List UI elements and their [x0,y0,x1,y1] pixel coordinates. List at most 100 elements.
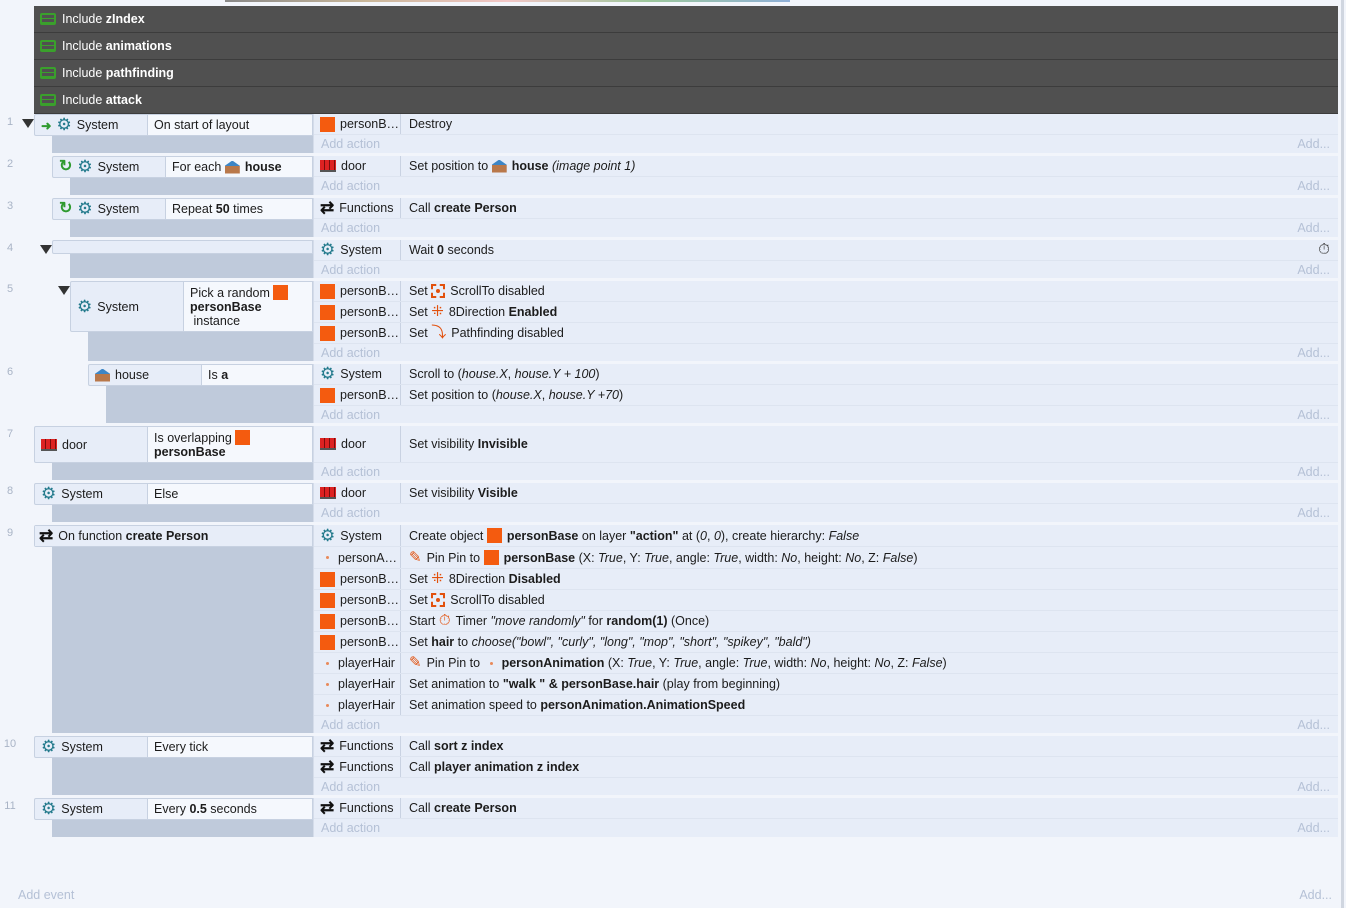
condition[interactable]: ⚙ System Every tick [34,736,313,758]
add-more-link[interactable]: Add... [1297,780,1330,794]
conditions-block[interactable]: ⚙ System Every 0.5 seconds [34,798,313,837]
conditions-block[interactable]: ↻ ⚙ System For each house [52,156,313,195]
add-action-row[interactable]: Add action Add... [314,463,1338,480]
condition[interactable]: ⚙ System Else [34,483,313,505]
conditions-block[interactable]: ➜ ⚙ System On start of layout [34,114,313,153]
action-row[interactable]: playerHair Set animation speed to personA… [314,695,1338,716]
conditions-block[interactable]: ⚙ System Every tick [34,736,313,795]
conditions-block[interactable]: door Is overlapping personBase [34,426,313,480]
event-row[interactable]: 2 ↻ ⚙ System For each house door Set position … [0,156,1338,195]
add-action-row[interactable]: Add action Add... [314,819,1338,836]
action-row[interactable]: ⚙ System Create object personBase on layer… [314,525,1338,547]
event-row[interactable]: 4 ⚙ System Wait 0 seconds ⏱ Add action Add... [0,240,1338,278]
add-action-row[interactable]: Add action Add... [314,177,1338,194]
add-more-link[interactable]: Add... [1297,718,1330,732]
add-event-row[interactable]: Add event Add... [18,888,1332,902]
add-action-row[interactable]: Add action Add... [314,219,1338,236]
action-row[interactable]: ⇄ Functions Call sort z index [314,736,1338,757]
condition[interactable]: ⇄ On function create Person [34,525,313,547]
action-row[interactable]: playerHair Set animation to "walk " & per… [314,674,1338,695]
add-more-link[interactable]: Add... [1297,506,1330,520]
add-action-link[interactable]: Add action [321,263,380,277]
add-action-row[interactable]: Add action Add... [314,261,1338,278]
scrollbar[interactable] [1341,0,1344,908]
add-action-link[interactable]: Add action [321,465,380,479]
action-row[interactable]: playerHair ✎ Pin Pin to personAnimation (X… [314,653,1338,674]
include-row[interactable]: Include attack [34,87,1338,114]
event-row[interactable]: 3 ↻ ⚙ System Repeat 50 times ⇄ Functions Call c… [0,198,1338,237]
condition[interactable]: ➜ ⚙ System On start of layout [34,114,313,136]
action-row[interactable]: personB… Set ⁜ 8Direction Enabled [314,302,1338,323]
collapse-toggle[interactable] [40,245,52,254]
event-row[interactable]: 11 ⚙ System Every 0.5 seconds ⇄ Functions Call… [0,798,1338,837]
condition[interactable]: ⚙ System Pick a random personBase instance [70,281,313,332]
add-more-link[interactable]: Add... [1297,408,1330,422]
add-more-link[interactable]: Add... [1297,821,1330,835]
add-more-link[interactable]: Add... [1297,346,1330,360]
action-row[interactable]: personA… ✎ Pin Pin to personBase (X: True,… [314,547,1338,569]
include-row[interactable]: Include animations [34,33,1338,60]
action-row[interactable]: ⇄ Functions Call create Person [314,198,1338,219]
add-action-link[interactable]: Add action [321,780,380,794]
add-more-link[interactable]: Add... [1297,179,1330,193]
action-row[interactable]: personB… Set position to (house.X, house.… [314,385,1338,406]
add-action-row[interactable]: Add action Add... [314,778,1338,795]
collapse-toggle[interactable] [58,286,70,295]
condition[interactable]: ↻ ⚙ System For each house [52,156,313,178]
add-action-link[interactable]: Add action [321,137,380,151]
add-event-link[interactable]: Add event [18,888,74,902]
include-row[interactable]: Include pathfinding [34,60,1338,87]
action-row[interactable]: ⇄ Functions Call create Person [314,798,1338,819]
conditions-block[interactable]: ⇄ On function create Person [34,525,313,733]
add-action-link[interactable]: Add action [321,821,380,835]
action-row[interactable]: personB… Start ⏱ Timer "move randomly" for… [314,611,1338,632]
conditions-block[interactable]: ↻ ⚙ System Repeat 50 times [52,198,313,237]
add-action-link[interactable]: Add action [321,221,380,235]
event-row[interactable]: 6 house Is a ⚙ System Scroll to (house.X, hou… [0,364,1338,423]
event-row[interactable]: 5 ⚙ System Pick a random personBase instanc… [0,281,1338,361]
action-row[interactable]: ⚙ System Scroll to (house.X, house.Y + 100… [314,364,1338,385]
condition[interactable]: door Is overlapping personBase [34,426,313,463]
add-more-link[interactable]: Add... [1297,221,1330,235]
add-action-link[interactable]: Add action [321,408,380,422]
action-row[interactable]: door Set visibility Visible [314,483,1338,504]
include-row[interactable]: Include zIndex [34,6,1338,33]
add-action-row[interactable]: Add action Add... [314,344,1338,361]
conditions-block[interactable]: ⚙ System Else [34,483,313,522]
add-more-link[interactable]: Add... [1297,465,1330,479]
action-row[interactable]: personB… Set ⤵ Pathfinding disabled [314,323,1338,344]
action-row[interactable]: ⚙ System Wait 0 seconds ⏱ [314,240,1338,261]
action-row[interactable]: personB… Set ScrollTo disabled [314,281,1338,302]
add-more-link[interactable]: Add... [1297,263,1330,277]
add-action-link[interactable]: Add action [321,506,380,520]
add-action-row[interactable]: Add action Add... [314,716,1338,733]
action-row[interactable]: personB… Set hair to choose("bowl", "curl… [314,632,1338,653]
condition[interactable]: house Is a [88,364,313,386]
action-row[interactable]: door Set visibility Invisible [314,426,1338,463]
conditions-block[interactable]: house Is a [88,364,313,423]
event-row[interactable]: 10 ⚙ System Every tick ⇄ Functions Call sort z… [0,736,1338,795]
add-action-link[interactable]: Add action [321,179,380,193]
action-row[interactable]: ⇄ Functions Call player animation z index [314,757,1338,778]
conditions-block[interactable] [52,240,313,278]
action-row[interactable]: personB… Destroy [314,114,1338,135]
condition[interactable]: ↻ ⚙ System Repeat 50 times [52,198,313,220]
event-row[interactable]: 7 door Is overlapping personBase door Set vi… [0,426,1338,480]
event-row[interactable]: 8 ⚙ System Else door Set visibility Visible Ad… [0,483,1338,522]
event-row[interactable]: 9 ⇄ On function create Person ⚙ System Create… [0,525,1338,733]
empty-condition[interactable] [52,240,313,254]
action-row[interactable]: personB… Set ScrollTo disabled [314,590,1338,611]
add-action-row[interactable]: Add action Add... [314,406,1338,423]
add-action-link[interactable]: Add action [321,346,380,360]
add-action-row[interactable]: Add action Add... [314,135,1338,152]
add-action-row[interactable]: Add action Add... [314,504,1338,521]
event-row[interactable]: 1 ➜ ⚙ System On start of layout personB… Destr… [0,114,1338,153]
collapse-toggle[interactable] [22,119,34,128]
conditions-block[interactable]: ⚙ System Pick a random personBase instance [70,281,313,361]
action-row[interactable]: personB… Set ⁜ 8Direction Disabled [314,569,1338,590]
add-more-link[interactable]: Add... [1297,137,1330,151]
action-row[interactable]: door Set position to house (image point 1… [314,156,1338,177]
add-action-link[interactable]: Add action [321,718,380,732]
condition[interactable]: ⚙ System Every 0.5 seconds [34,798,313,820]
add-more-link[interactable]: Add... [1299,888,1332,902]
